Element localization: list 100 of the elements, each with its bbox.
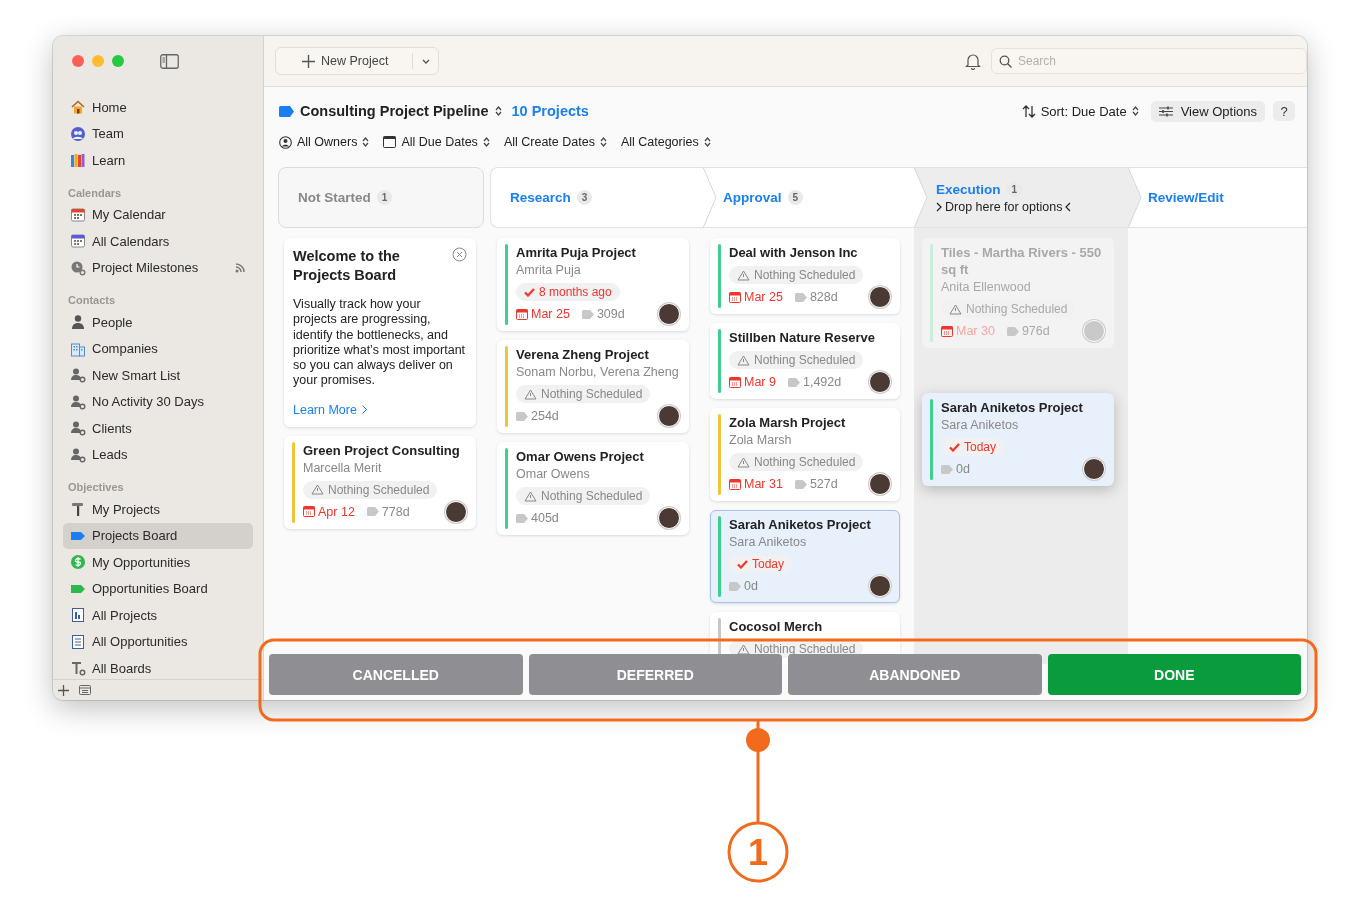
project-card[interactable]: Deal with Jenson Inc Nothing Scheduled Mar 25 828d — [710, 238, 900, 314]
learn-more-link[interactable]: Learn More — [293, 402, 367, 417]
due-date: Mar 30 — [941, 324, 995, 338]
status-chip: Nothing Scheduled — [729, 351, 864, 369]
project-owner: Omar Owens — [516, 466, 591, 482]
status-chip: Today — [729, 555, 793, 573]
sidebar-item[interactable]: All Opportunities — [63, 628, 253, 655]
project-card[interactable]: Sarah Aniketos Project Sara Aniketos Today 0d — [922, 393, 1114, 486]
sidebar-item[interactable]: All Calendars — [63, 228, 253, 255]
sidebar-item[interactable]: Companies — [63, 335, 253, 362]
sidebar-toggle-icon[interactable] — [160, 53, 179, 69]
help-button[interactable]: ? — [1273, 101, 1295, 121]
updown-icon — [1131, 106, 1139, 116]
updown-icon — [599, 137, 607, 147]
sidebar-item[interactable]: Projects Board — [63, 522, 253, 549]
project-card[interactable]: Omar Owens Project Omar Owens Nothing Scheduled 405d — [497, 442, 689, 535]
new-project-button[interactable]: New Project — [276, 48, 413, 74]
sidebar-item[interactable]: Team — [63, 120, 253, 147]
report-icon — [70, 607, 86, 624]
stage-header[interactable]: Not Started 1 — [278, 167, 484, 228]
due-date: Mar 9 — [729, 375, 776, 389]
duration: 405d — [516, 511, 559, 525]
filter-dropdown[interactable]: All Owners — [279, 135, 370, 149]
chevron-right-icon — [936, 201, 942, 212]
person-gear-icon — [70, 393, 86, 410]
tag-icon — [1006, 326, 1019, 336]
warning-icon — [524, 388, 537, 400]
project-owner: Amrita Puja — [516, 262, 582, 278]
filter-dropdown[interactable]: All Categories — [620, 135, 711, 149]
calendar-icon[interactable] — [79, 685, 91, 695]
add-icon[interactable] — [58, 684, 69, 696]
updown-icon — [494, 106, 502, 116]
project-card[interactable]: Green Project Consulting Marcella Merit Nothing Scheduled Apr 12 778d — [284, 435, 476, 529]
project-title: Cocosol Merch — [729, 618, 824, 635]
duration: 976d — [1006, 324, 1050, 338]
calendar-icon — [70, 206, 86, 223]
avatar — [1083, 320, 1105, 342]
stage-header[interactable]: Research 3 — [490, 167, 703, 228]
close-window-button[interactable] — [72, 55, 84, 67]
board-title[interactable]: Consulting Project Pipeline — [300, 103, 489, 119]
duration: 1,492d — [787, 375, 842, 389]
status-chip: Nothing Scheduled — [729, 266, 864, 284]
sidebar-item[interactable]: Learn — [63, 147, 253, 174]
zoom-window-button[interactable] — [112, 55, 124, 67]
tag-icon — [794, 292, 807, 302]
drop-target-button[interactable]: DONE — [1047, 654, 1301, 695]
view-options-button[interactable]: View Options — [1150, 100, 1265, 122]
hammer-icon — [70, 501, 86, 518]
sidebar-item[interactable]: No Activity 30 Days — [63, 388, 253, 415]
sidebar-item[interactable]: My Calendar — [63, 201, 253, 228]
filter-dropdown[interactable]: All Create Dates — [503, 135, 607, 149]
search-field[interactable]: Search — [991, 48, 1307, 74]
sidebar-item[interactable]: Clients — [63, 415, 253, 442]
sliders-icon — [1158, 105, 1173, 117]
project-card[interactable]: Sarah Aniketos Project Sara Aniketos Today 0d — [710, 510, 900, 603]
stage-name: Review/Edit — [1148, 190, 1224, 205]
sidebar-item[interactable]: Project Milestones — [63, 254, 253, 281]
sidebar-section-header: Objectives — [67, 480, 125, 495]
sidebar-item[interactable]: New Smart List — [63, 362, 253, 389]
project-title: Deal with Jenson Inc — [729, 244, 859, 261]
welcome-title: Welcome to the Projects Board — [293, 247, 401, 285]
avatar — [658, 507, 680, 529]
tag-icon — [279, 105, 294, 117]
due-date: Mar 31 — [729, 477, 783, 491]
team-icon — [70, 125, 86, 142]
bell-icon[interactable] — [965, 52, 981, 70]
sidebar-item[interactable]: Leads — [63, 441, 253, 468]
calendar-icon — [941, 325, 953, 337]
welcome-text: Visually track how your projects are progressing, identify the bottlenecks, and prioritize what’s most important so you can always deliver on your promises. — [293, 297, 467, 389]
sort-button[interactable]: Sort: Due Date — [1021, 103, 1139, 119]
sidebar-item[interactable]: People — [63, 309, 253, 336]
warning-icon — [737, 643, 750, 655]
sidebar-item[interactable]: My Opportunities — [63, 549, 253, 576]
stage-count: 1 — [1006, 181, 1023, 197]
project-count[interactable]: 10 Projects — [511, 103, 589, 119]
project-title: Amrita Puja Project — [516, 244, 637, 261]
project-owner: Sara Aniketos — [729, 534, 808, 550]
project-card[interactable]: Stillben Nature Reserve Nothing Scheduled Mar 9 1,492d — [710, 323, 900, 399]
sidebar-item[interactable]: My Projects — [63, 496, 253, 523]
sidebar-item[interactable]: All Projects — [63, 602, 253, 629]
sidebar-item[interactable]: Home — [63, 94, 253, 121]
project-card[interactable]: Verena Zheng Project Sonam Norbu, Verena Zheng Nothing Scheduled 254d — [497, 340, 689, 433]
project-title: Sarah Aniketos Project — [941, 399, 1084, 416]
project-card[interactable]: Zola Marsh Project Zola Marsh Nothing Scheduled Mar 31 527d — [710, 408, 900, 501]
project-owner: Marcella Merit — [303, 459, 383, 476]
calendar-icon — [729, 376, 741, 388]
warning-icon — [737, 456, 750, 468]
warning-icon — [737, 354, 750, 366]
filter-dropdown[interactable]: All Due Dates — [383, 135, 490, 149]
stage-name: Not Started — [298, 190, 371, 205]
sidebar-item[interactable]: Opportunities Board — [63, 575, 253, 602]
tag-icon — [516, 513, 528, 523]
sidebar-item[interactable]: All Boards — [63, 655, 253, 679]
close-icon[interactable] — [452, 247, 467, 262]
stage-header[interactable]: Review/Edit — [1128, 167, 1307, 228]
person-circle-icon — [279, 135, 292, 149]
person-gear-icon — [70, 420, 86, 437]
chevron-icon — [361, 405, 367, 415]
project-card[interactable]: Amrita Puja Project Amrita Puja 8 months ago Mar 25 309d — [497, 238, 689, 331]
avatar — [869, 575, 891, 597]
